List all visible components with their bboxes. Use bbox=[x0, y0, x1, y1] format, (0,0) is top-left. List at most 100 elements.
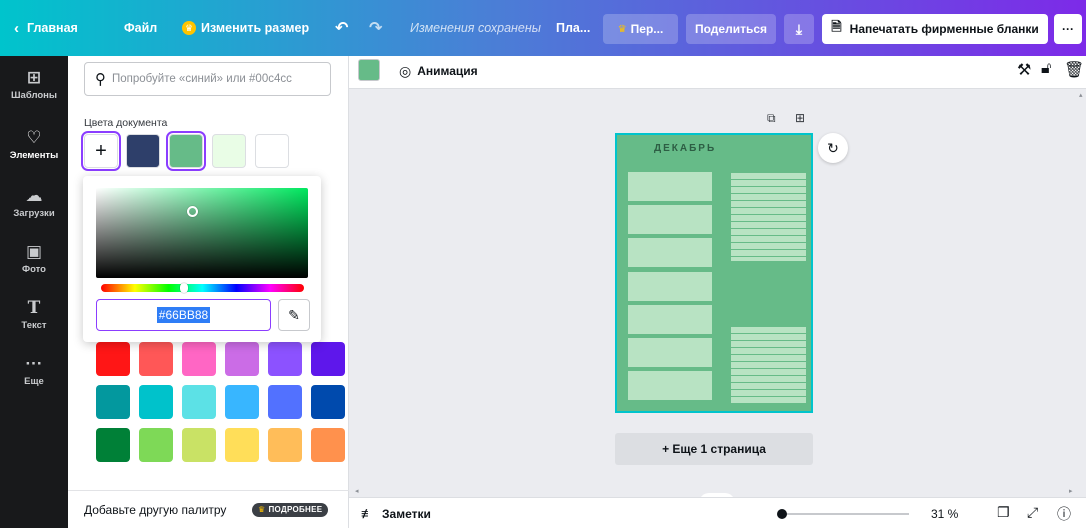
trash-icon[interactable]: 🗑︎ bbox=[1064, 60, 1084, 80]
hue-handle[interactable] bbox=[180, 283, 188, 293]
palette-swatch[interactable] bbox=[311, 342, 345, 376]
text-icon: T bbox=[27, 298, 41, 318]
learn-more-badge[interactable]: ♛ ПОДРОБНЕЕ bbox=[252, 502, 329, 517]
palette-swatch[interactable] bbox=[268, 342, 302, 376]
hex-input[interactable]: #66BB88 bbox=[96, 299, 271, 331]
search-input[interactable] bbox=[112, 73, 322, 85]
plus-icon: + bbox=[95, 139, 107, 162]
share-button[interactable]: Поделиться bbox=[686, 14, 776, 44]
crown-icon: ♛ bbox=[617, 23, 627, 35]
palette-swatch[interactable] bbox=[96, 342, 130, 376]
doc-color-swatch[interactable] bbox=[126, 134, 160, 168]
nav-item-templates[interactable]: ⊞ Шаблоны bbox=[0, 58, 68, 112]
current-color-button[interactable] bbox=[358, 59, 380, 81]
more-button[interactable]: ··· bbox=[1054, 14, 1082, 44]
palette-swatch[interactable] bbox=[96, 428, 130, 462]
print-button[interactable]: 🗎 Напечатать фирменные бланки bbox=[822, 14, 1048, 44]
zoom-slider-handle[interactable] bbox=[777, 509, 787, 519]
design-canvas: ⧉ ⊞ ДЕКАБРЬ ↻ + Еще 1 страница ︿ ◂ ▸ ▴ bbox=[349, 89, 1086, 505]
refresh-icon[interactable]: ↻ bbox=[818, 133, 848, 163]
left-nav: ⊞ Шаблоны ♡ Элементы ☁ Загрузки ▣ Фото T… bbox=[0, 56, 68, 528]
pro-button[interactable]: ♛ Пер... bbox=[603, 14, 678, 44]
nav-item-uploads[interactable]: ☁ Загрузки bbox=[0, 176, 68, 230]
color-picker-popover: #66BB88 ✎ bbox=[83, 176, 321, 342]
doc-color-swatch[interactable] bbox=[255, 134, 289, 168]
add-page-button[interactable]: + Еще 1 страница bbox=[615, 433, 813, 465]
file-menu[interactable]: Файл bbox=[124, 0, 157, 56]
zoom-level[interactable]: 31 % bbox=[931, 498, 958, 528]
nav-item-elements[interactable]: ♡ Элементы bbox=[0, 118, 68, 172]
document-icon: 🗎 bbox=[831, 19, 842, 34]
animation-button[interactable]: ◎ Анимация bbox=[399, 56, 478, 86]
plan-button[interactable]: Пла... bbox=[556, 0, 590, 56]
paint-roller-icon[interactable]: ⚒ bbox=[1017, 60, 1031, 80]
notes-icon: ≢ bbox=[361, 506, 374, 521]
hue-slider[interactable] bbox=[101, 284, 304, 292]
lock-icon[interactable]: 🔓︎ bbox=[1041, 60, 1051, 78]
arrow-left-icon[interactable]: ◂ bbox=[355, 487, 359, 495]
arrow-right-icon[interactable]: ▸ bbox=[1069, 487, 1073, 495]
saturation-value-area[interactable] bbox=[96, 188, 308, 278]
home-button[interactable]: ‹ Главная bbox=[14, 0, 78, 56]
help-icon[interactable]: ⓘ bbox=[1057, 504, 1071, 524]
eyedropper-button[interactable]: ✎ bbox=[278, 299, 310, 331]
color-search[interactable]: ⚲ bbox=[84, 62, 331, 96]
page-block bbox=[628, 305, 712, 334]
doc-color-swatch[interactable] bbox=[166, 131, 206, 171]
palette-swatch[interactable] bbox=[139, 342, 173, 376]
page-block bbox=[628, 238, 712, 267]
palette-swatch[interactable] bbox=[311, 385, 345, 419]
layout-icon: ⊞ bbox=[26, 68, 42, 87]
palette-swatch[interactable] bbox=[225, 385, 259, 419]
cloud-upload-icon: ☁ bbox=[25, 186, 43, 205]
undo-icon[interactable]: ↶ bbox=[335, 0, 348, 56]
nav-item-text[interactable]: T Текст bbox=[0, 288, 68, 342]
save-status: Изменения сохранены bbox=[410, 21, 541, 35]
palette-swatch[interactable] bbox=[139, 428, 173, 462]
palette-swatch[interactable] bbox=[225, 428, 259, 462]
saturation-handle[interactable] bbox=[187, 206, 198, 217]
vertical-scrollbar[interactable]: ▴ bbox=[1079, 89, 1086, 497]
resize-button[interactable]: ♛ Изменить размер bbox=[182, 0, 309, 56]
page-block bbox=[628, 172, 712, 201]
notes-lines-top bbox=[731, 173, 806, 261]
add-color-button[interactable]: + bbox=[81, 131, 121, 171]
palette-swatch[interactable] bbox=[182, 385, 216, 419]
bottom-bar: ≢ Заметки 31 % ❐ ⤢ ⓘ bbox=[349, 497, 1086, 528]
doc-color-swatch[interactable] bbox=[212, 134, 246, 168]
palette-swatch[interactable] bbox=[182, 428, 216, 462]
image-icon: ▣ bbox=[25, 242, 43, 261]
duplicate-page-icon[interactable]: ⧉ bbox=[767, 111, 776, 126]
add-palette-text: Добавьте другую палитру bbox=[84, 502, 227, 517]
crown-icon: ♛ bbox=[182, 21, 196, 35]
palette-swatch[interactable] bbox=[311, 428, 345, 462]
redo-icon[interactable]: ↷ bbox=[369, 0, 382, 56]
page-block bbox=[628, 371, 712, 400]
zoom-slider[interactable] bbox=[785, 513, 909, 515]
panel-footer: Добавьте другую палитру ♛ ПОДРОБНЕЕ bbox=[68, 490, 349, 528]
page-count-icon[interactable]: ❐ bbox=[997, 504, 1010, 521]
palette-swatch[interactable] bbox=[96, 385, 130, 419]
design-page[interactable]: ДЕКАБРЬ bbox=[615, 133, 813, 413]
page-block bbox=[628, 272, 712, 301]
palette-swatch[interactable] bbox=[268, 385, 302, 419]
palette-swatch[interactable] bbox=[139, 385, 173, 419]
palette-swatch[interactable] bbox=[182, 342, 216, 376]
hex-value: #66BB88 bbox=[156, 307, 211, 323]
palette-swatch[interactable] bbox=[225, 342, 259, 376]
nav-item-photos[interactable]: ▣ Фото bbox=[0, 232, 68, 286]
arrow-up-icon[interactable]: ▴ bbox=[1079, 91, 1083, 99]
nav-item-more[interactable]: ··· Еще bbox=[0, 344, 68, 398]
top-bar: ‹ Главная Файл ♛ Изменить размер ↶ ↷ Изм… bbox=[0, 0, 1086, 56]
crown-icon: ♛ bbox=[258, 505, 266, 514]
shapes-icon: ♡ bbox=[26, 128, 42, 147]
eyedropper-icon: ✎ bbox=[288, 306, 300, 323]
add-page-icon[interactable]: ⊞ bbox=[795, 111, 805, 125]
palette-swatch[interactable] bbox=[268, 428, 302, 462]
fullscreen-icon[interactable]: ⤢ bbox=[1027, 504, 1038, 521]
page-title: ДЕКАБРЬ bbox=[654, 143, 717, 154]
download-icon[interactable]: ⤓ bbox=[784, 14, 814, 44]
page-block bbox=[628, 338, 712, 367]
horizontal-scrollbar[interactable]: ◂ ▸ bbox=[349, 487, 1079, 497]
notes-button[interactable]: ≢ Заметки bbox=[361, 498, 431, 528]
